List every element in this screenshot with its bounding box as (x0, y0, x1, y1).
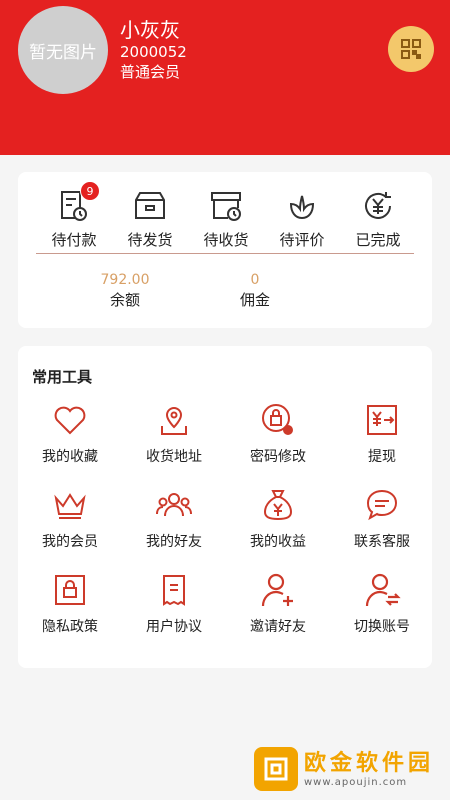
user-name: 小灰灰 (120, 18, 180, 42)
box-clock-icon (207, 187, 245, 225)
flower-icon (283, 187, 321, 225)
tool-address[interactable]: 收货地址 (122, 400, 226, 485)
membership-level: 普通会员 (120, 63, 181, 81)
tool-label: 我的收益 (250, 534, 306, 550)
tool-favorites[interactable]: 我的收藏 (18, 400, 122, 485)
chat-bubble-icon (362, 485, 402, 525)
tool-customer-service[interactable]: 联系客服 (330, 485, 434, 570)
tool-privacy-policy[interactable]: 隐私政策 (18, 570, 122, 655)
tools-card: 常用工具 我的收藏 收货地址 密码修改 提现 我的会员 我的好友 我的收益 联系… (18, 346, 432, 668)
order-completed[interactable]: 已完成 (340, 187, 416, 250)
order-label: 待发货 (127, 231, 173, 249)
tool-membership[interactable]: 我的会员 (18, 485, 122, 570)
tool-password[interactable]: 密码修改 (226, 400, 330, 485)
qr-code-icon (401, 39, 421, 59)
map-pin-icon (154, 400, 194, 440)
tool-label: 隐私政策 (42, 619, 98, 635)
watermark-brand: 欧金软件园 (304, 750, 435, 776)
box-icon (131, 187, 169, 225)
balance-label: 余额 (109, 291, 140, 309)
friends-icon (154, 485, 194, 525)
order-label: 待收货 (203, 231, 249, 249)
section-title: 常用工具 (32, 368, 93, 386)
tool-label: 联系客服 (354, 534, 410, 550)
pending-payment-badge: 9 (80, 181, 100, 201)
withdraw-icon (362, 400, 402, 440)
commission-label: 佣金 (239, 291, 270, 309)
yuan-refresh-icon (359, 187, 397, 225)
user-info: 小灰灰 2000052 普通会员 (120, 18, 187, 82)
tool-label: 提现 (368, 449, 396, 465)
orders-card: 9 待付款 待发货 待收货 待评价 已完成 792.00 余额 0 佣金 (18, 172, 432, 328)
order-pending-receipt[interactable]: 待收货 (188, 187, 264, 250)
user-id: 2000052 (120, 43, 187, 61)
tool-label: 用户协议 (146, 619, 202, 635)
watermark-text: 欧金软件园 www.apoujin.com (304, 751, 434, 788)
tool-label: 切换账号 (354, 619, 410, 635)
order-pending-payment[interactable]: 9 待付款 (36, 181, 112, 250)
tool-earnings[interactable]: 我的收益 (226, 485, 330, 570)
qr-code-button[interactable] (388, 26, 434, 72)
commission-item[interactable]: 0 佣金 (191, 271, 319, 311)
tool-label: 我的好友 (146, 534, 202, 550)
privacy-lock-icon (50, 570, 90, 610)
tool-label: 收货地址 (146, 449, 202, 465)
tool-friends[interactable]: 我的好友 (122, 485, 226, 570)
commission-value: 0 (250, 272, 260, 288)
money-bag-icon (258, 485, 298, 525)
user-add-icon (258, 570, 298, 610)
watermark: 欧金软件园 www.apoujin.com (254, 744, 444, 794)
tools-grid: 我的收藏 收货地址 密码修改 提现 我的会员 我的好友 我的收益 联系客服 隐私… (18, 400, 432, 655)
logo-icon (254, 747, 298, 791)
order-pending-shipment[interactable]: 待发货 (112, 187, 188, 250)
tool-user-agreement[interactable]: 用户协议 (122, 570, 226, 655)
profile-header: 暂无图片 小灰灰 2000052 普通会员 (0, 0, 450, 155)
tool-label: 我的会员 (42, 534, 98, 550)
balance-row: 792.00 余额 0 佣金 (62, 271, 319, 311)
order-label: 已完成 (355, 231, 401, 249)
crown-icon (50, 485, 90, 525)
divider (36, 253, 414, 254)
avatar[interactable]: 暂无图片 (18, 6, 108, 94)
order-label: 待评价 (279, 231, 325, 249)
heart-icon (50, 400, 90, 440)
tool-label: 我的收藏 (42, 449, 98, 465)
tool-switch-account[interactable]: 切换账号 (330, 570, 434, 655)
tool-label: 密码修改 (250, 449, 306, 465)
lock-gear-icon (258, 400, 298, 440)
balance-value: 792.00 (100, 272, 150, 288)
avatar-placeholder-text: 暂无图片 (29, 42, 97, 63)
order-label: 待付款 (51, 231, 97, 249)
tool-withdraw[interactable]: 提现 (330, 400, 434, 485)
tool-label: 邀请好友 (250, 619, 306, 635)
watermark-url: www.apoujin.com (304, 776, 408, 788)
order-pending-review[interactable]: 待评价 (264, 187, 340, 250)
balance-item[interactable]: 792.00 余额 (62, 271, 188, 311)
document-icon (154, 570, 194, 610)
user-switch-icon (362, 570, 402, 610)
tool-invite-friends[interactable]: 邀请好友 (226, 570, 330, 655)
order-status-row: 9 待付款 待发货 待收货 待评价 已完成 (36, 181, 416, 250)
